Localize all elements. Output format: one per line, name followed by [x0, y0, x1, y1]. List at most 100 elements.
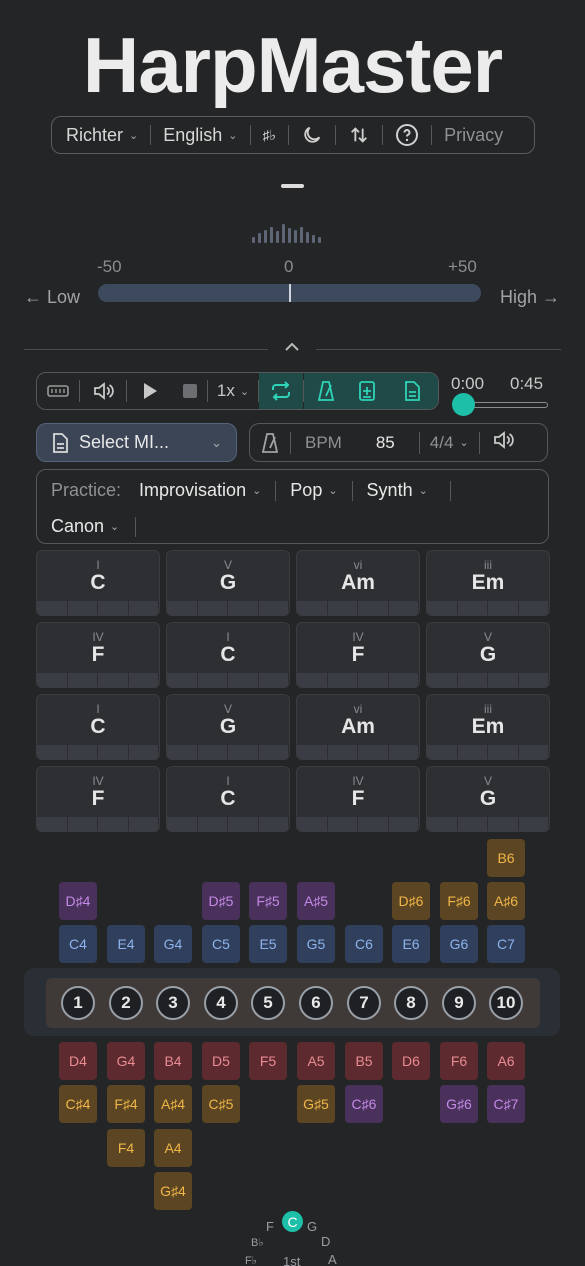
tempo-volume-button[interactable]: [492, 430, 514, 455]
keyboard-button[interactable]: [37, 373, 79, 409]
hole-button[interactable]: 6: [299, 986, 333, 1020]
note-cell[interactable]: A♯5: [297, 882, 335, 920]
note-cell[interactable]: E6: [392, 925, 430, 963]
time-signature-label: 4/4: [429, 432, 454, 452]
hole-button[interactable]: 2: [109, 986, 143, 1020]
key-f-flat[interactable]: F♭: [245, 1254, 257, 1266]
note-cell[interactable]: D6: [392, 1042, 430, 1080]
sheet-button[interactable]: [386, 373, 438, 409]
progress-slider-handle[interactable]: [452, 393, 475, 416]
accidental-toggle[interactable]: ♯♭: [257, 127, 283, 144]
hole-button[interactable]: 4: [204, 986, 238, 1020]
note-cell[interactable]: B5: [345, 1042, 383, 1080]
note-cell[interactable]: F♯5: [249, 882, 287, 920]
note-cell[interactable]: C♯4: [59, 1085, 97, 1123]
hole-button[interactable]: 8: [394, 986, 428, 1020]
note-cell[interactable]: F5: [249, 1042, 287, 1080]
speed-select[interactable]: 1x ⌄: [208, 373, 258, 409]
help-button[interactable]: [389, 123, 425, 147]
language-select[interactable]: English ⌄: [157, 125, 243, 146]
chord-cell[interactable]: vi Am: [296, 550, 420, 616]
hole-button[interactable]: 1: [61, 986, 95, 1020]
chord-cell[interactable]: iii Em: [426, 694, 550, 760]
add-file-button[interactable]: [348, 373, 386, 409]
note-cell[interactable]: G6: [440, 925, 478, 963]
hole-button[interactable]: 10: [489, 986, 523, 1020]
note-cell[interactable]: C♯5: [202, 1085, 240, 1123]
key-b-flat[interactable]: B♭: [251, 1236, 264, 1249]
metronome-button[interactable]: [250, 432, 290, 454]
note-cell[interactable]: D♯5: [202, 882, 240, 920]
note-cell[interactable]: G4: [154, 925, 192, 963]
chord-cell[interactable]: vi Am: [296, 694, 420, 760]
select-midi-button[interactable]: Select MI... ⌄: [36, 423, 237, 462]
loop-toggle[interactable]: [259, 373, 303, 409]
key-a[interactable]: A: [328, 1252, 337, 1266]
note-cell[interactable]: D4: [59, 1042, 97, 1080]
note-cell[interactable]: G♯6: [440, 1085, 478, 1123]
chord-cell[interactable]: IC: [166, 766, 290, 832]
note-cell[interactable]: C♯6: [345, 1085, 383, 1123]
chord-cell[interactable]: VG: [166, 694, 290, 760]
chord-cell[interactable]: VG: [166, 550, 290, 616]
chord-cell[interactable]: iii Em: [426, 550, 550, 616]
key-f[interactable]: F: [266, 1219, 274, 1234]
selected-key[interactable]: C: [282, 1211, 303, 1232]
note-cell[interactable]: F♯4: [107, 1085, 145, 1123]
collapse-button[interactable]: [283, 340, 301, 356]
sort-toggle[interactable]: [342, 124, 376, 146]
progression-select[interactable]: Canon ⌄: [51, 516, 119, 537]
hole-button[interactable]: 3: [156, 986, 190, 1020]
chord-cell[interactable]: VG: [426, 622, 550, 688]
sound-select[interactable]: Synth ⌄: [361, 480, 434, 501]
privacy-link[interactable]: Privacy: [438, 125, 509, 146]
volume-button[interactable]: [80, 373, 126, 409]
key-g[interactable]: G: [307, 1219, 317, 1234]
note-cell[interactable]: E5: [249, 925, 287, 963]
time-signature-select[interactable]: 4/4 ⌄: [430, 433, 469, 453]
chord-cell[interactable]: IV F: [36, 622, 160, 688]
stop-button[interactable]: [173, 373, 207, 409]
note-cell[interactable]: F♯6: [440, 882, 478, 920]
note-cell[interactable]: D♯4: [59, 882, 97, 920]
bpm-value[interactable]: 85: [376, 433, 395, 453]
metronome-toggle[interactable]: [304, 373, 348, 409]
hole-button[interactable]: 7: [347, 986, 381, 1020]
note-cell[interactable]: A4: [154, 1129, 192, 1167]
theme-toggle[interactable]: [295, 124, 329, 146]
chord-cell[interactable]: IC: [36, 694, 160, 760]
note-cell[interactable]: C6: [345, 925, 383, 963]
chord-cell[interactable]: IV F: [296, 622, 420, 688]
practice-mode-select[interactable]: Improvisation ⌄: [133, 480, 267, 501]
note-cell[interactable]: C4: [59, 925, 97, 963]
note-cell[interactable]: C5: [202, 925, 240, 963]
note-cell[interactable]: F6: [440, 1042, 478, 1080]
chord-cell[interactable]: IC: [166, 622, 290, 688]
note-cell[interactable]: C7: [487, 925, 525, 963]
note-cell[interactable]: D♯6: [392, 882, 430, 920]
note-cell[interactable]: C♯7: [487, 1085, 525, 1123]
chord-cell[interactable]: IV F: [36, 766, 160, 832]
tuning-select[interactable]: Richter ⌄: [60, 125, 144, 146]
note-cell[interactable]: B6: [487, 839, 525, 877]
chord-cell[interactable]: IV F: [296, 766, 420, 832]
key-d[interactable]: D: [321, 1234, 330, 1249]
chord-cell[interactable]: IC: [36, 550, 160, 616]
note-cell[interactable]: F4: [107, 1129, 145, 1167]
note-cell[interactable]: A♯6: [487, 882, 525, 920]
note-cell[interactable]: D5: [202, 1042, 240, 1080]
note-cell[interactable]: A6: [487, 1042, 525, 1080]
hole-button[interactable]: 5: [251, 986, 285, 1020]
note-cell[interactable]: G4: [107, 1042, 145, 1080]
note-cell[interactable]: G5: [297, 925, 335, 963]
note-cell[interactable]: G♯4: [154, 1172, 192, 1210]
note-cell[interactable]: B4: [154, 1042, 192, 1080]
chord-cell[interactable]: VG: [426, 766, 550, 832]
style-select[interactable]: Pop ⌄: [284, 480, 343, 501]
note-cell[interactable]: A♯4: [154, 1085, 192, 1123]
note-cell[interactable]: G♯5: [297, 1085, 335, 1123]
play-button[interactable]: [127, 373, 173, 409]
note-cell[interactable]: A5: [297, 1042, 335, 1080]
hole-button[interactable]: 9: [442, 986, 476, 1020]
note-cell[interactable]: E4: [107, 925, 145, 963]
